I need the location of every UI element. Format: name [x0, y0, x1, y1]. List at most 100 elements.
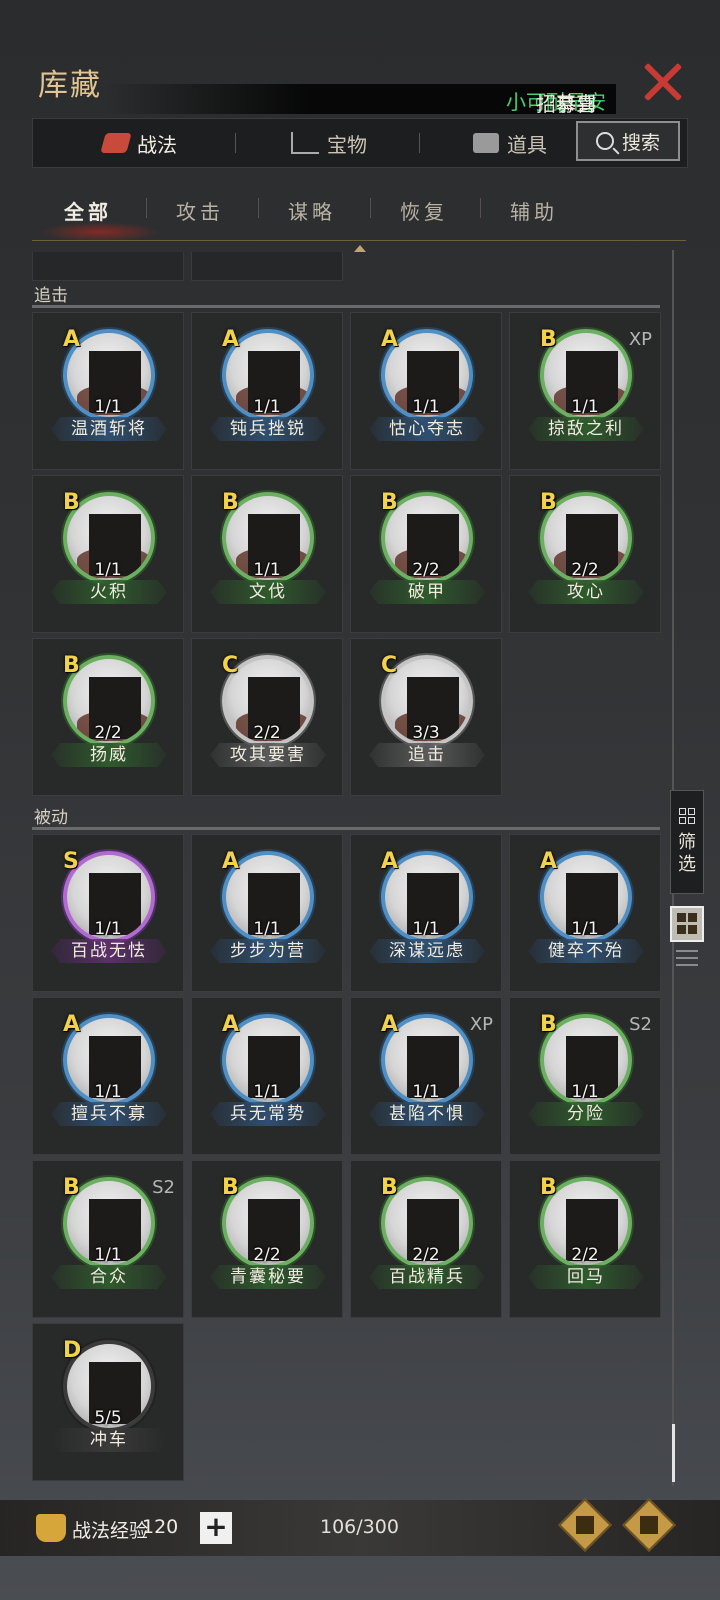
close-icon[interactable]	[640, 60, 684, 104]
tactic-card[interactable]: B 2/2 青囊秘要	[191, 1160, 343, 1318]
tab-tactics[interactable]: 战法	[100, 119, 177, 167]
tactic-count: 1/1	[253, 919, 281, 939]
season-tag: XP	[628, 329, 652, 350]
tactic-card[interactable]: C 3/3 追击	[350, 638, 502, 796]
tactic-card[interactable]: A 1/1 兵无常势	[191, 997, 343, 1155]
tactic-count: 2/2	[253, 723, 281, 743]
tab-items-label: 道具	[507, 132, 547, 157]
tactic-card[interactable]: B 1/1 文伐	[191, 475, 343, 633]
grade-badge: S	[63, 849, 79, 874]
tactic-card[interactable]: S 1/1 百战无怯	[32, 834, 184, 992]
tactic-count: 1/1	[253, 560, 281, 580]
grade-badge: C	[222, 653, 239, 678]
tactic-name: 健卒不殆	[528, 939, 644, 963]
tactic-card[interactable]: D 5/5 冲车	[32, 1323, 184, 1481]
tactic-name: 分险	[528, 1102, 644, 1126]
tactic-card[interactable]: B XP 1/1 掠敌之利	[509, 312, 661, 470]
filter-label: 筛选	[678, 832, 696, 875]
tactics-exp-fist-icon	[36, 1514, 66, 1542]
tactic-name: 百战精兵	[369, 1265, 485, 1289]
tactic-count: 1/1	[571, 919, 599, 939]
tactic-count: 1/1	[94, 919, 122, 939]
page-title: 库藏	[38, 68, 102, 103]
tactic-card[interactable]: B 2/2 百战精兵	[350, 1160, 502, 1318]
subtab-all[interactable]: 全部	[64, 196, 112, 225]
subtab-attack[interactable]: 攻击	[176, 196, 224, 225]
grade-badge: B	[381, 490, 398, 515]
tactic-name: 怙心夺志	[369, 417, 485, 441]
tab-treasure[interactable]: 宝物	[291, 119, 367, 167]
search-icon	[595, 132, 614, 150]
grade-badge: A	[222, 1012, 240, 1037]
subtab-strategy[interactable]: 谋略	[288, 196, 336, 225]
tactic-name: 合众	[51, 1265, 167, 1289]
tactic-card[interactable]: A 1/1 温酒斩将	[32, 312, 184, 470]
tactic-count: 2/2	[571, 560, 599, 580]
grade-badge: A	[222, 849, 240, 874]
tactic-name: 掠敌之利	[528, 417, 644, 441]
tactic-name: 甚陷不惧	[369, 1102, 485, 1126]
season-tag: S2	[629, 1014, 652, 1035]
subtab-support[interactable]: 辅助	[510, 196, 558, 225]
tactic-card[interactable]: A XP 1/1 甚陷不惧	[350, 997, 502, 1155]
tactic-card[interactable]: A 1/1 怙心夺志	[350, 312, 502, 470]
tactic-name: 步步为营	[210, 939, 326, 963]
tactic-name: 攻心	[528, 580, 644, 604]
tactic-card[interactable]: A 1/1 擅兵不寡	[32, 997, 184, 1155]
tactic-card[interactable]: B 2/2 攻心	[509, 475, 661, 633]
tactic-name: 攻其要害	[210, 743, 326, 767]
tactic-count: 2/2	[253, 1245, 281, 1265]
tactic-name: 百战无怯	[51, 939, 167, 963]
tab-treasure-label: 宝物	[327, 132, 367, 157]
tactic-card[interactable]: A 1/1 步步为营	[191, 834, 343, 992]
grade-badge: D	[63, 1338, 82, 1363]
tactic-card[interactable]: B S2 1/1 合众	[32, 1160, 184, 1318]
tactic-name: 破甲	[369, 580, 485, 604]
section-divider	[32, 827, 660, 830]
grade-badge: B	[222, 1175, 239, 1200]
search-button[interactable]: 搜索	[576, 121, 680, 161]
tactic-card[interactable]: B S2 1/1 分险	[509, 997, 661, 1155]
divider	[370, 198, 371, 218]
filter-icon	[679, 808, 695, 824]
tactic-card[interactable]: B 2/2 破甲	[350, 475, 502, 633]
tactic-card[interactable]: A 1/1 钝兵挫锐	[191, 312, 343, 470]
search-label: 搜索	[621, 131, 660, 154]
grade-badge: A	[381, 849, 399, 874]
tab-items[interactable]: 道具	[473, 119, 547, 167]
tactic-name: 温酒斩将	[51, 417, 167, 441]
tactic-count: 2/2	[412, 560, 440, 580]
grid-view-icon[interactable]	[670, 906, 704, 942]
notice-suffix: 招募到	[536, 92, 596, 116]
grade-badge: A	[381, 327, 399, 352]
tactic-count: 5/5	[94, 1408, 122, 1428]
list-view-icon[interactable]	[676, 950, 698, 970]
grade-badge: B	[381, 1175, 398, 1200]
tactic-count: 3/3	[412, 723, 440, 743]
recruit-notice-banner: 恭喜 小可耐早安 招募到	[104, 84, 616, 116]
tactic-count: 1/1	[253, 1082, 281, 1102]
tactic-card[interactable]: B 1/1 火积	[32, 475, 184, 633]
tactic-count: 1/1	[412, 397, 440, 417]
tactic-card[interactable]: A 1/1 健卒不殆	[509, 834, 661, 992]
scrollbar-thumb[interactable]	[672, 1424, 675, 1482]
tactic-count: 1/1	[571, 397, 599, 417]
tactic-card[interactable]: C 2/2 攻其要害	[191, 638, 343, 796]
storage-capacity: 106/300	[320, 1516, 399, 1538]
tactic-card[interactable]: B 2/2 扬威	[32, 638, 184, 796]
tactic-card[interactable]: A 1/1 深谋远虑	[350, 834, 502, 992]
card-partial	[191, 252, 343, 281]
tactic-card[interactable]: B 2/2 回马	[509, 1160, 661, 1318]
divider	[258, 198, 259, 218]
tactic-count: 2/2	[571, 1245, 599, 1265]
grade-badge: B	[222, 490, 239, 515]
grade-badge: B	[540, 327, 557, 352]
grade-badge: C	[381, 653, 398, 678]
add-exp-button[interactable]: +	[200, 1512, 232, 1544]
subtab-recover[interactable]: 恢复	[400, 196, 448, 225]
tactic-name: 兵无常势	[210, 1102, 326, 1126]
grade-badge: A	[540, 849, 558, 874]
grade-badge: B	[63, 653, 80, 678]
active-subtab-glow	[40, 222, 160, 242]
tactic-name: 扬威	[51, 743, 167, 767]
